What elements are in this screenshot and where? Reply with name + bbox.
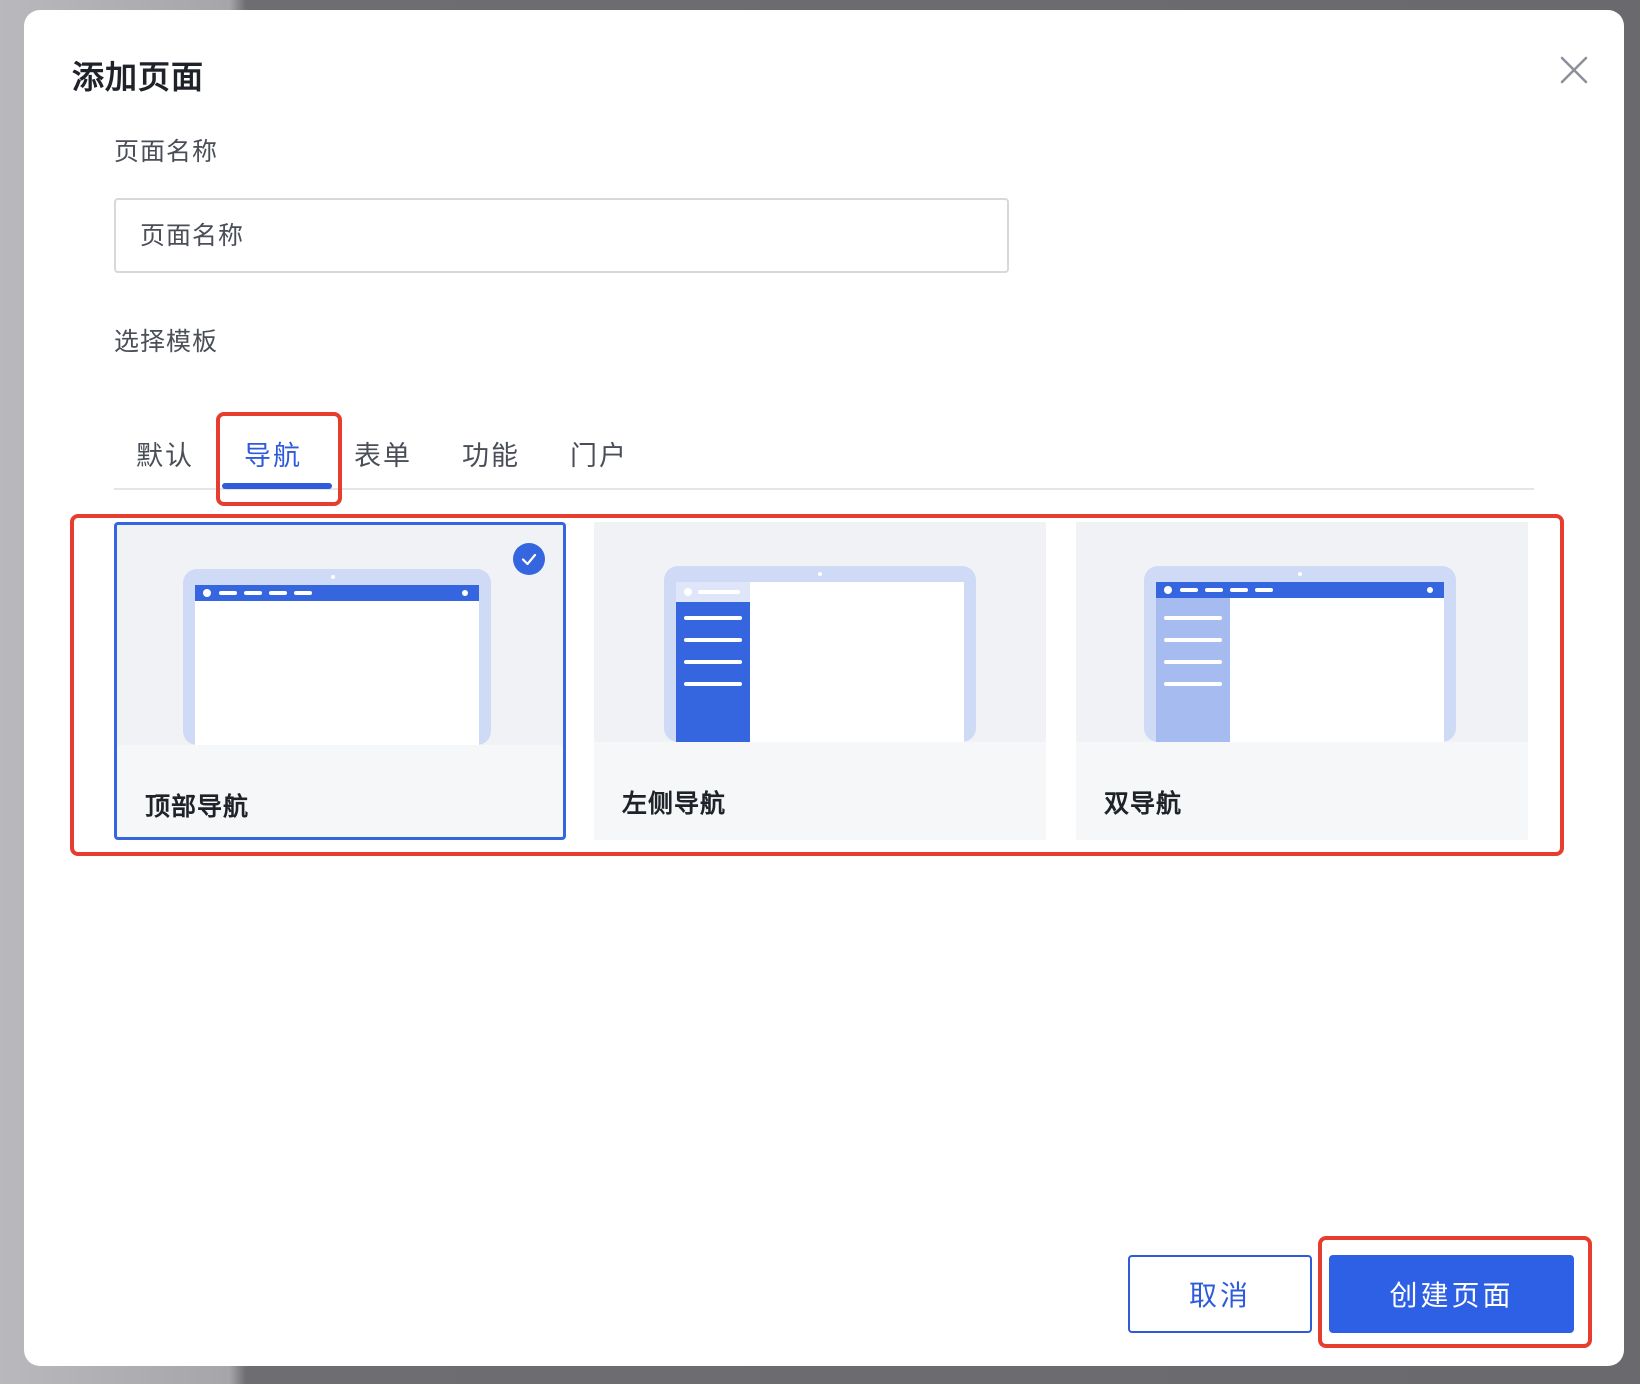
dual-nav-preview-icon	[1076, 522, 1528, 742]
add-page-dialog: 添加页面 页面名称 选择模板 默认 导航 表单 功能 门户	[24, 10, 1624, 1366]
page-name-label: 页面名称	[114, 137, 219, 166]
selected-check-icon	[513, 543, 545, 575]
template-card-label: 左侧导航	[622, 789, 727, 818]
tab-default[interactable]: 默认	[136, 434, 194, 473]
template-card-dual-nav[interactable]: 双导航	[1076, 522, 1528, 840]
left-nav-preview-icon	[594, 522, 1046, 742]
tab-portal[interactable]: 门户	[570, 434, 628, 473]
template-tabs: 默认 导航 表单 功能 门户	[114, 410, 1534, 490]
active-tab-indicator	[222, 483, 332, 489]
tab-navigation[interactable]: 导航	[244, 434, 302, 473]
create-page-button[interactable]: 创建页面	[1329, 1255, 1574, 1333]
tab-form[interactable]: 表单	[354, 434, 412, 473]
page-name-input[interactable]	[114, 198, 1009, 273]
close-icon[interactable]	[1554, 50, 1594, 90]
template-label: 选择模板	[114, 327, 219, 356]
template-card-label: 顶部导航	[145, 792, 250, 821]
tab-function[interactable]: 功能	[462, 434, 520, 473]
template-card-top-nav[interactable]: 顶部导航	[114, 522, 566, 840]
template-card-left-nav[interactable]: 左侧导航	[594, 522, 1046, 840]
dialog-title: 添加页面	[72, 58, 205, 96]
top-nav-preview-icon	[117, 525, 563, 745]
cancel-button[interactable]: 取消	[1128, 1255, 1312, 1333]
template-card-label: 双导航	[1104, 789, 1183, 818]
